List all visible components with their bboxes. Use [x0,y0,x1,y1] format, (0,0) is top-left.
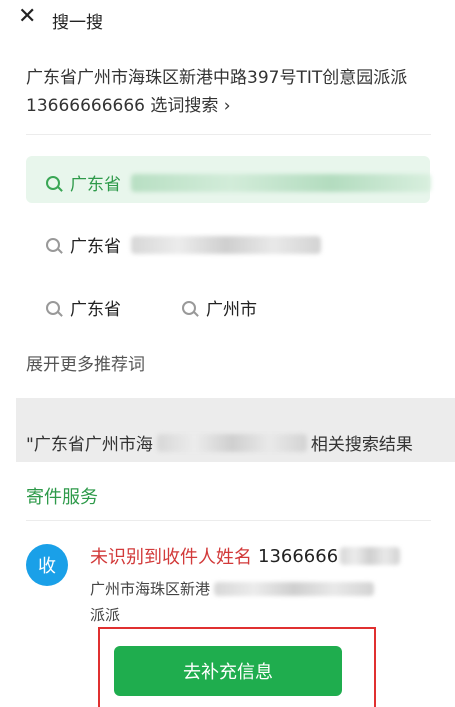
suggestion-item-2[interactable]: 广东省 [46,232,321,257]
close-icon[interactable]: ✕ [18,6,36,28]
search-icon [46,175,60,190]
fill-info-button[interactable]: 去补充信息 [114,646,342,696]
avatar: 收 [26,544,68,586]
recipient-phone: 1366666 [258,545,339,567]
chevron-right-icon: › [223,96,231,116]
divider [26,520,431,521]
select-word-search-label: 选词搜索 [150,96,219,116]
suggestion-chip-province[interactable]: 广东省 [46,295,121,320]
page-title: 搜一搜 [52,13,103,33]
suggestion-prefix: 广东省 [70,237,121,257]
recipient-line: 未识别到收件人姓名 1366666 [90,543,401,569]
redacted-text [214,581,375,596]
error-text: 未识别到收件人姓名 [90,547,252,568]
select-word-search-link[interactable]: 选词搜索 › [150,96,230,116]
address-line-2: 派派 [90,606,121,624]
redacted-text [156,433,307,452]
recipient-address: 广州市海珠区新港 [90,578,375,599]
query-phone: 13666666666 [26,96,145,116]
related-prefix: "广东省广州市海 [26,435,153,455]
search-icon [182,300,196,315]
query-address: 广东省广州市海珠区新港中路397号TIT创意园派派 [26,68,408,88]
suggestion-prefix: 广东省 [70,175,121,195]
related-suffix: 相关搜索结果 [310,435,413,455]
suggestion-chip-city[interactable]: 广州市 [182,295,257,320]
redacted-text [340,547,401,565]
query-text: 广东省广州市海珠区新港中路397号TIT创意园派派 13666666666 选词… [26,64,431,120]
expand-more-keywords[interactable]: 展开更多推荐词 [26,350,145,375]
divider [26,134,431,135]
redacted-text [131,173,431,192]
chip-label: 广州市 [206,300,257,320]
address-line-1: 广州市海珠区新港 [90,580,211,598]
top-bar: ✕ 搜一搜 [0,0,455,38]
section-title: 寄件服务 [26,487,98,508]
redacted-text [131,235,321,254]
search-icon [46,237,60,252]
suggestion-item-1[interactable]: 广东省 [46,170,431,195]
search-icon [46,300,60,315]
related-results-link[interactable]: "广东省广州市海 相关搜索结果 [26,430,413,455]
chip-label: 广东省 [70,300,121,320]
